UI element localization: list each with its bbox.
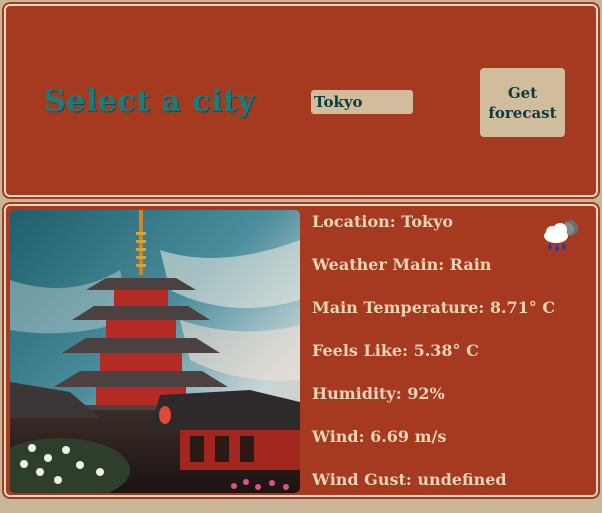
rain-cloud-icon <box>540 218 582 252</box>
get-forecast-button[interactable]: Get forecast <box>480 68 565 137</box>
weather-main-text: Weather Main: Rain <box>312 255 492 274</box>
main-temperature-text: Main Temperature: 8.71° C <box>312 298 556 317</box>
wind-text: Wind: 6.69 m/s <box>312 427 447 446</box>
weather-info: Location: Tokyo Weather Main: Rain Main … <box>312 212 555 513</box>
location-text: Location: Tokyo <box>312 212 454 231</box>
city-input[interactable] <box>311 90 413 114</box>
page-title: Select a city <box>44 84 256 119</box>
forecast-panel: Location: Tokyo Weather Main: Rain Main … <box>4 204 598 497</box>
city-select-panel: Select a city Getforecast <box>4 4 598 197</box>
wind-gust-text: Wind Gust: undefined <box>312 470 507 489</box>
feels-like-text: Feels Like: 5.38° C <box>312 341 479 360</box>
city-photo <box>10 210 300 493</box>
humidity-text: Humidity: 92% <box>312 384 445 403</box>
